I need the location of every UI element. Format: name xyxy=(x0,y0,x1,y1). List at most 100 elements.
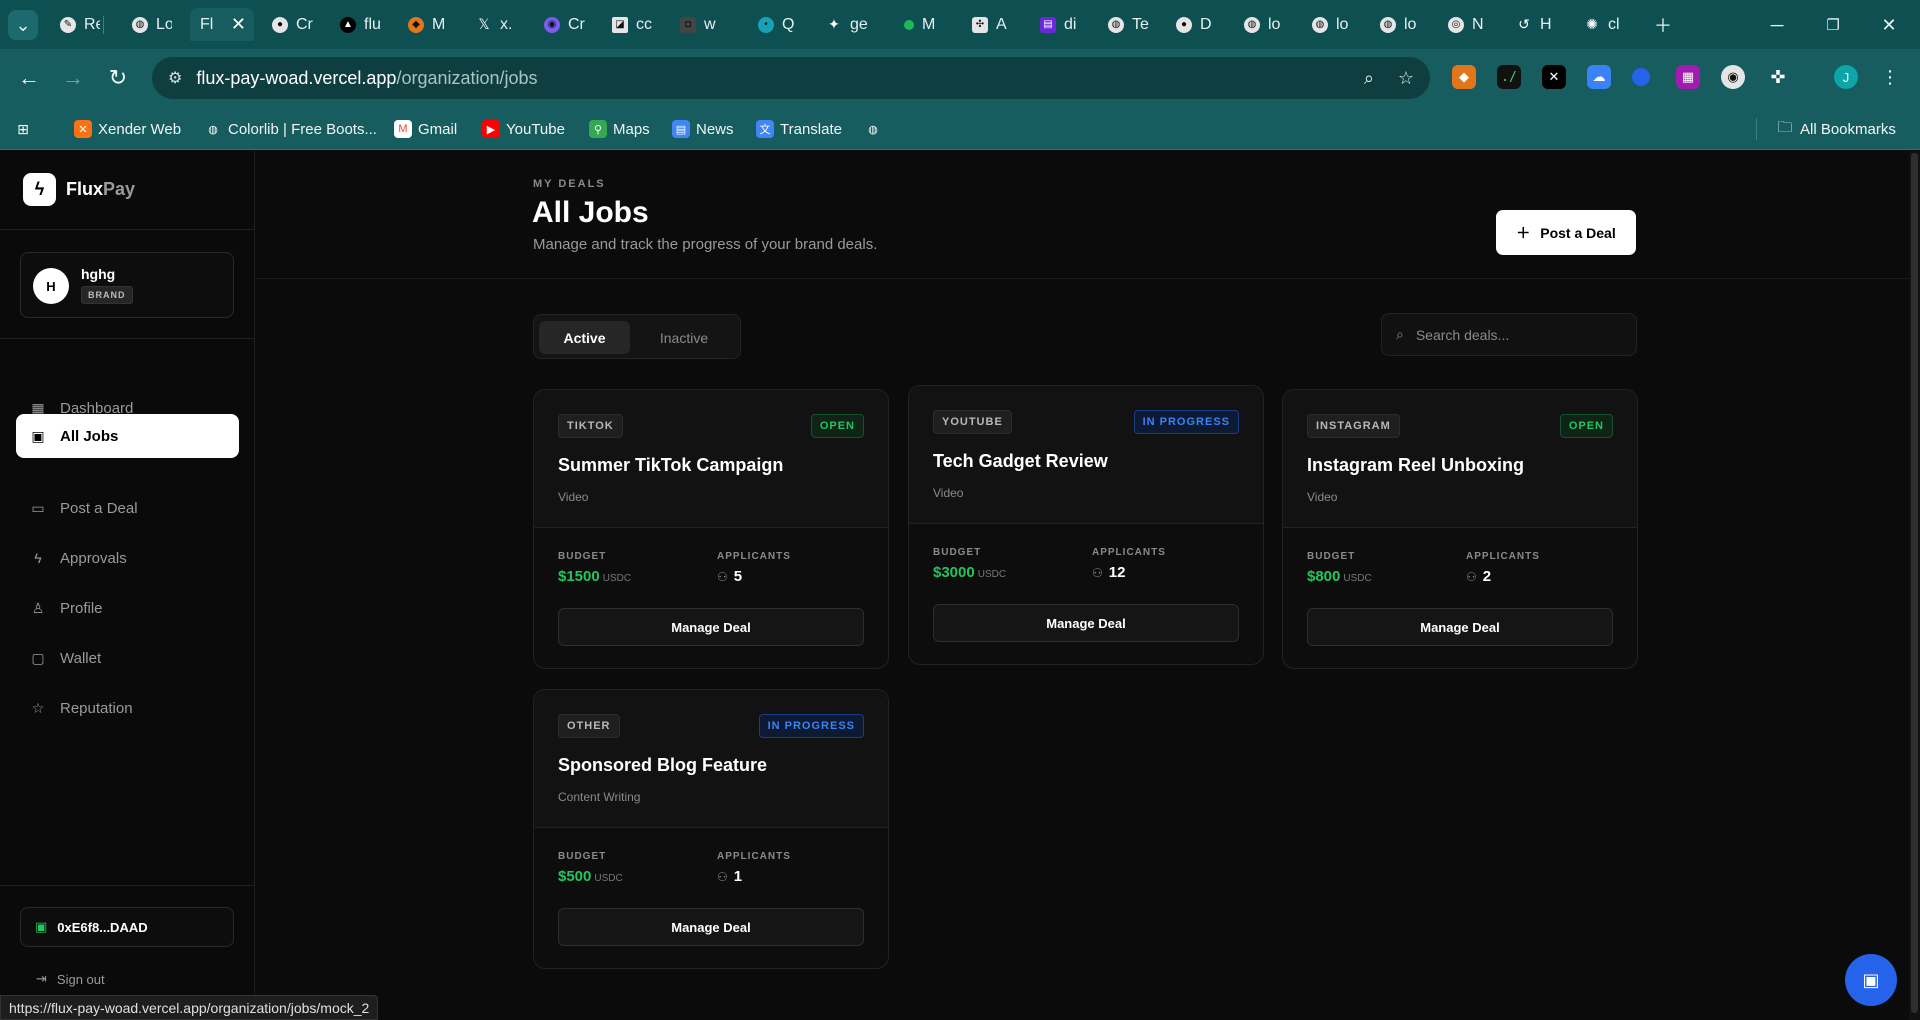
figma-extension-icon[interactable]: ▦ xyxy=(1676,65,1700,89)
blue-dot-extension-icon[interactable] xyxy=(1632,68,1650,86)
bookmark-globe[interactable]: ◍ xyxy=(864,118,888,140)
pen-icon: ✎ xyxy=(60,16,76,33)
close-window-icon[interactable]: ✕ xyxy=(1874,10,1904,40)
budget-value: $500 USDC xyxy=(558,868,623,885)
cloud-extension-icon[interactable]: ☁ xyxy=(1587,65,1611,89)
extensions-icon[interactable]: ✜ xyxy=(1766,65,1790,89)
tab-inactive[interactable]: Inactive xyxy=(634,321,734,354)
browser-tab[interactable]: ◍ Te xyxy=(1098,8,1154,41)
status-badge: IN PROGRESS xyxy=(1133,410,1239,434)
browser-tab[interactable]: ◎ N xyxy=(1438,8,1494,41)
reload-icon[interactable]: ↻ xyxy=(103,63,133,93)
bolt-logo-icon: ϟ xyxy=(23,173,56,206)
profile-avatar[interactable]: J xyxy=(1834,65,1858,89)
applicants-label: APPLICANTS xyxy=(717,551,791,562)
browser-tab[interactable]: ◪ cc xyxy=(602,8,658,41)
x-extension-icon[interactable]: ✕ xyxy=(1542,65,1566,89)
manage-deal-button[interactable]: Manage Deal xyxy=(558,908,864,946)
users-icon: ⚇ xyxy=(1466,569,1477,584)
browser-tab[interactable]: ✦ ge xyxy=(816,8,876,41)
bookmark-xender[interactable]: ✕ Xender Web xyxy=(74,118,181,140)
user-card[interactable]: H hghg BRAND xyxy=(20,252,234,318)
browser-tab[interactable]: 𝕏x. xyxy=(466,8,522,41)
signout-link[interactable]: ⇥ Sign out xyxy=(36,971,105,987)
menu-icon[interactable]: ⋮ xyxy=(1878,65,1902,89)
wallet-address[interactable]: ▣ 0xE6f8...DAAD xyxy=(20,907,234,947)
sidebar-item-all-jobs[interactable]: ▣ All Jobs xyxy=(16,414,239,458)
browser-tab[interactable]: ◍ Lo xyxy=(122,8,172,41)
manage-deal-button[interactable]: Manage Deal xyxy=(558,608,864,646)
manage-deal-button[interactable]: Manage Deal xyxy=(933,604,1239,642)
deal-card[interactable]: YOUTUBE IN PROGRESS Tech Gadget Review V… xyxy=(908,385,1264,665)
back-icon[interactable]: ← xyxy=(14,63,44,93)
browser-tab[interactable]: ● D xyxy=(1166,8,1222,41)
restore-icon[interactable]: ❐ xyxy=(1818,10,1848,40)
deal-title: Tech Gadget Review xyxy=(933,451,1108,471)
browser-tab[interactable]: ✺ cl xyxy=(1574,8,1630,41)
budget-label: BUDGET xyxy=(558,551,607,562)
robot-extension-icon[interactable]: ◉ xyxy=(1721,65,1745,89)
new-tab-icon[interactable]: ＋ xyxy=(1648,10,1678,40)
browser-tab[interactable]: ▲ flu xyxy=(330,8,386,41)
all-bookmarks[interactable]: 🗀 All Bookmarks xyxy=(1776,118,1895,140)
scrollbar-thumb[interactable] xyxy=(1911,153,1918,1013)
browser-tab[interactable]: ▤ di xyxy=(1030,8,1086,41)
bookmark-news[interactable]: ▤ News xyxy=(672,118,734,140)
search-input[interactable] xyxy=(1415,326,1606,343)
square-icon: ◪ xyxy=(612,16,628,33)
deal-title: Instagram Reel Unboxing xyxy=(1307,455,1525,475)
browser-tab[interactable]: ● Cr xyxy=(262,8,318,41)
app-icon: ✣ xyxy=(972,16,988,33)
browser-tab[interactable]: ◆ M xyxy=(398,8,454,41)
manage-deal-button[interactable]: Manage Deal xyxy=(1307,608,1613,646)
applicants-value: ⚇ 1 xyxy=(717,868,743,885)
browser-tab[interactable]: • Q xyxy=(748,8,804,41)
terminal-extension-icon[interactable]: ./ xyxy=(1497,65,1521,89)
brand-logo[interactable]: ϟ FluxPay xyxy=(23,173,135,206)
forward-icon[interactable]: → xyxy=(58,63,88,93)
bookmark-youtube[interactable]: ▶ YouTube xyxy=(482,118,565,140)
bookmark-maps[interactable]: ⚲ Maps xyxy=(589,118,650,140)
zoom-icon[interactable]: ⌕ xyxy=(1364,68,1374,89)
browser-tab[interactable]: M xyxy=(894,8,950,41)
browser-tab[interactable]: ◍ lo xyxy=(1302,8,1358,41)
sidebar-item-approvals[interactable]: ϟ Approvals xyxy=(16,536,239,580)
browser-tab[interactable]: ◍ lo xyxy=(1234,8,1290,41)
status-bar-url: https://flux-pay-woad.vercel.app/organiz… xyxy=(0,995,379,1020)
post-deal-button[interactable]: ＋ Post a Deal xyxy=(1496,210,1636,255)
apps-icon[interactable]: ⊞ xyxy=(14,118,32,140)
browser-tab[interactable]: ◘ w xyxy=(670,8,726,41)
news-icon: ▤ xyxy=(672,120,690,138)
deal-card[interactable]: TIKTOK OPEN Summer TikTok Campaign Video… xyxy=(533,389,889,669)
wallet-icon: ▢ xyxy=(31,649,45,666)
sidebar-item-reputation[interactable]: ☆ Reputation xyxy=(16,686,239,730)
briefcase-icon: ▣ xyxy=(31,427,45,444)
tab-search-icon[interactable]: ⌄ xyxy=(8,10,38,40)
browser-tab[interactable]: ↺ H xyxy=(1506,8,1562,41)
star-icon[interactable]: ☆ xyxy=(1398,68,1414,89)
close-icon[interactable]: ✕ xyxy=(231,14,246,35)
browser-tab[interactable]: ◉ Cr xyxy=(534,8,590,41)
address-bar[interactable]: ⚙ flux-pay-woad.vercel.app /organization… xyxy=(152,57,1430,99)
bookmark-translate[interactable]: 文 Translate xyxy=(756,118,842,140)
deal-card[interactable]: OTHER IN PROGRESS Sponsored Blog Feature… xyxy=(533,689,889,969)
site-info-icon[interactable]: ⚙ xyxy=(168,68,182,88)
browser-tab[interactable]: ✎Re xyxy=(50,8,100,41)
applicants-label: APPLICANTS xyxy=(1466,551,1540,562)
bookmark-colorlib[interactable]: ◍ Colorlib | Free Boots... xyxy=(204,118,377,140)
tab-active[interactable]: Active xyxy=(539,321,630,354)
browser-tab[interactable]: ◍ lo xyxy=(1370,8,1426,41)
bookmark-gmail[interactable]: M Gmail xyxy=(394,118,457,140)
minimize-icon[interactable]: ─ xyxy=(1762,10,1792,40)
sidebar-item-post-a-deal[interactable]: ▭ Post a Deal xyxy=(16,486,239,530)
browser-tab[interactable]: ✣ A xyxy=(962,8,1018,41)
status-badge: OPEN xyxy=(1559,414,1613,438)
browser-tab-active[interactable]: Fl ✕ xyxy=(190,8,254,41)
deal-card[interactable]: INSTAGRAM OPEN Instagram Reel Unboxing V… xyxy=(1282,389,1638,669)
metamask-extension-icon[interactable]: ◆ xyxy=(1452,65,1476,89)
sidebar-item-wallet[interactable]: ▢ Wallet xyxy=(16,636,239,680)
sidebar-item-profile[interactable]: ♙ Profile xyxy=(16,586,239,630)
square-icon: ◘ xyxy=(680,16,696,33)
wallet-fab-button[interactable]: ▣ xyxy=(1845,954,1897,1006)
budget-label: BUDGET xyxy=(558,851,607,862)
